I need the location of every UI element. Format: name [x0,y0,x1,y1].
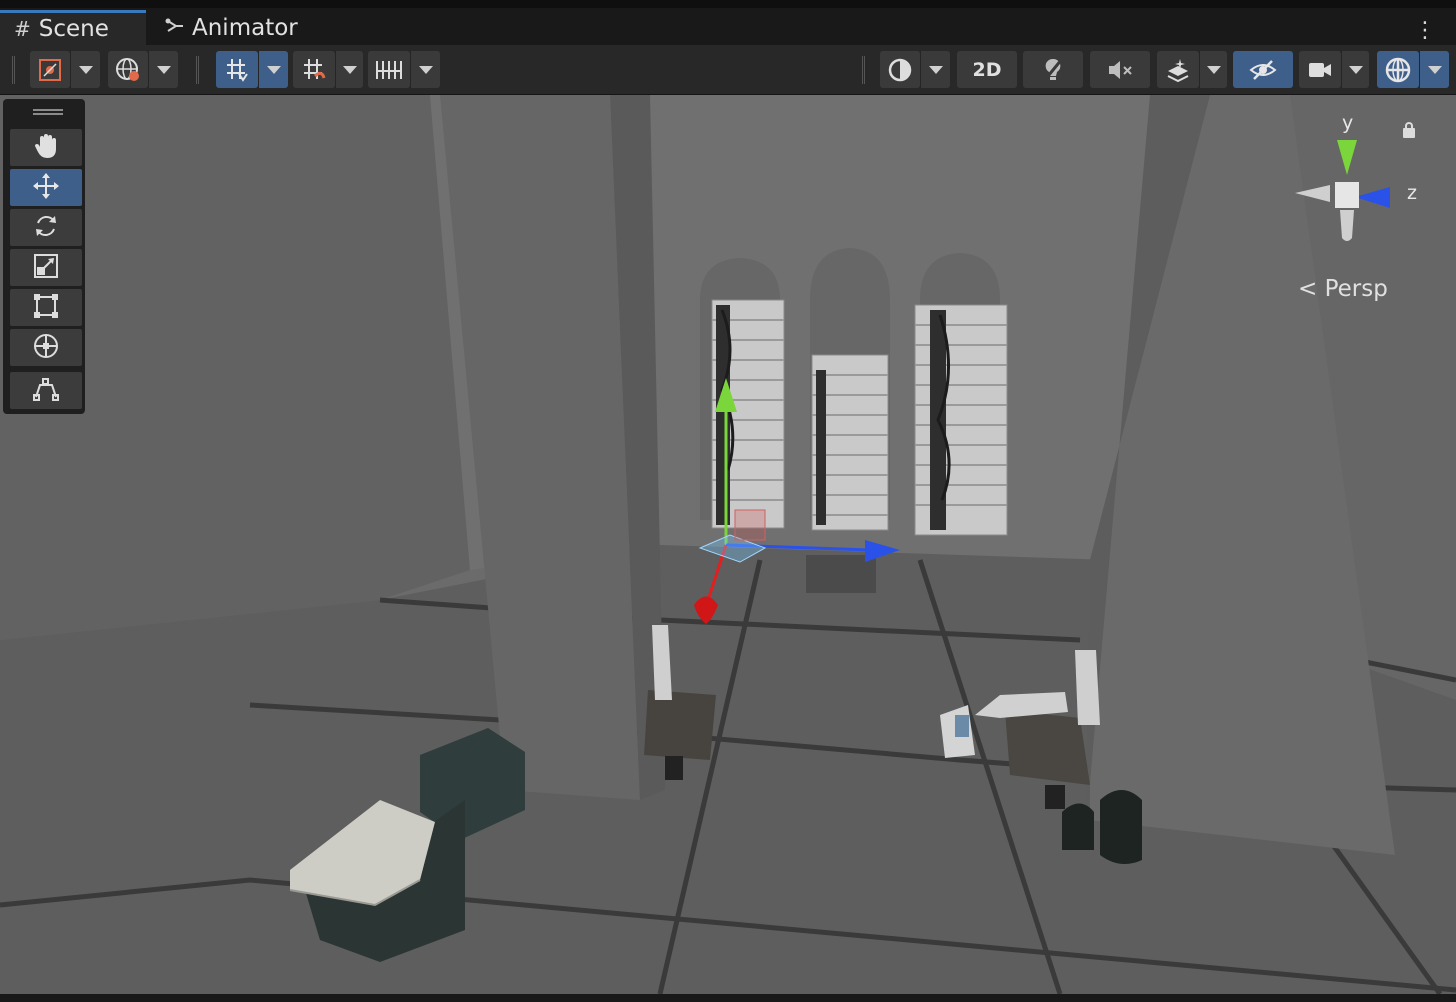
transform-icon [31,331,61,365]
unity-scene-window: # Scene Animator ⋮ 2D y z < Persp [0,0,1456,1002]
toolbar-grip-2 [196,56,199,84]
effects-button[interactable] [1157,51,1199,88]
scale-tool-button[interactable] [10,249,82,286]
effects-icon [1164,57,1192,83]
audio-mute-button[interactable] [1090,51,1150,88]
shading-mode-dropdown[interactable] [920,51,950,88]
scale-icon [32,252,60,284]
lighting-button[interactable] [1023,51,1083,88]
animator-icon [164,16,184,40]
gizmos-icon [1383,55,1413,85]
persp-arrow-icon: < [1298,276,1318,302]
camera-icon [1306,59,1334,81]
ruler-dropdown[interactable] [410,51,440,88]
scene-render [0,95,1456,994]
global-orientation-button[interactable] [108,51,148,88]
toggle-2d-button[interactable]: 2D [957,51,1017,88]
increment-snap-dropdown[interactable] [335,51,363,88]
ruler-icon [374,57,404,83]
rotate-icon [32,212,60,244]
gizmo-z-label: z [1407,182,1417,204]
custom-tool-icon [31,375,61,407]
rect-tool-button[interactable] [10,289,82,326]
rect-transform-icon [32,292,60,324]
orientation-dropdown[interactable] [148,51,178,88]
camera-dropdown[interactable] [1341,51,1369,88]
gizmo-y-label: y [1342,112,1354,134]
draw-mode-button[interactable] [30,51,70,88]
grid-snap-button[interactable] [216,51,258,88]
grid-snap-icon [223,56,251,84]
projection-toggle[interactable]: < Persp [1298,276,1388,302]
scene-visibility-button[interactable] [1233,51,1293,88]
shading-mode-icon [887,57,913,83]
gizmos-button[interactable] [1377,51,1419,88]
overlay-drag-handle[interactable] [33,109,63,115]
tab-animator[interactable]: Animator [164,10,298,45]
lock-icon[interactable] [1403,122,1415,138]
orientation-gizmo[interactable] [1290,110,1440,250]
hand-tool-button[interactable] [10,129,82,166]
effects-dropdown[interactable] [1199,51,1227,88]
grid-snap-dropdown[interactable] [258,51,288,88]
tab-scene[interactable]: # Scene [0,10,146,45]
scene-toolbar: 2D [0,45,1456,95]
projection-label: Persp [1324,276,1388,302]
draw-mode-icon [37,57,63,83]
ruler-button[interactable] [368,51,410,88]
transform-tool-button[interactable] [10,329,82,366]
toggle-2d-label: 2D [972,58,1002,81]
global-orientation-icon [114,56,142,84]
lighting-icon [1041,57,1065,83]
toolbar-grip-3 [862,56,865,84]
shading-mode-button[interactable] [880,51,920,88]
increment-snap-icon [300,56,328,84]
gizmos-dropdown[interactable] [1419,51,1449,88]
bottom-border [0,994,1456,1002]
hash-grid-icon: # [14,17,31,41]
rotate-tool-button[interactable] [10,209,82,246]
scene-visibility-icon [1248,58,1278,82]
tab-bar: # Scene Animator ⋮ [0,0,1456,45]
draw-mode-dropdown[interactable] [70,51,100,88]
tab-animator-label: Animator [192,14,298,41]
increment-snap-button[interactable] [293,51,335,88]
toolbar-grip [12,56,15,84]
tools-overlay [3,99,85,414]
more-options-icon[interactable]: ⋮ [1414,20,1436,42]
move-icon [31,171,61,205]
camera-button[interactable] [1299,51,1341,88]
move-tool-button[interactable] [10,169,82,206]
scene-viewport[interactable] [0,95,1456,994]
tab-scene-label: Scene [38,16,109,42]
custom-editor-tool-button[interactable] [10,372,82,409]
audio-mute-icon [1106,58,1134,82]
hand-icon [33,132,59,164]
